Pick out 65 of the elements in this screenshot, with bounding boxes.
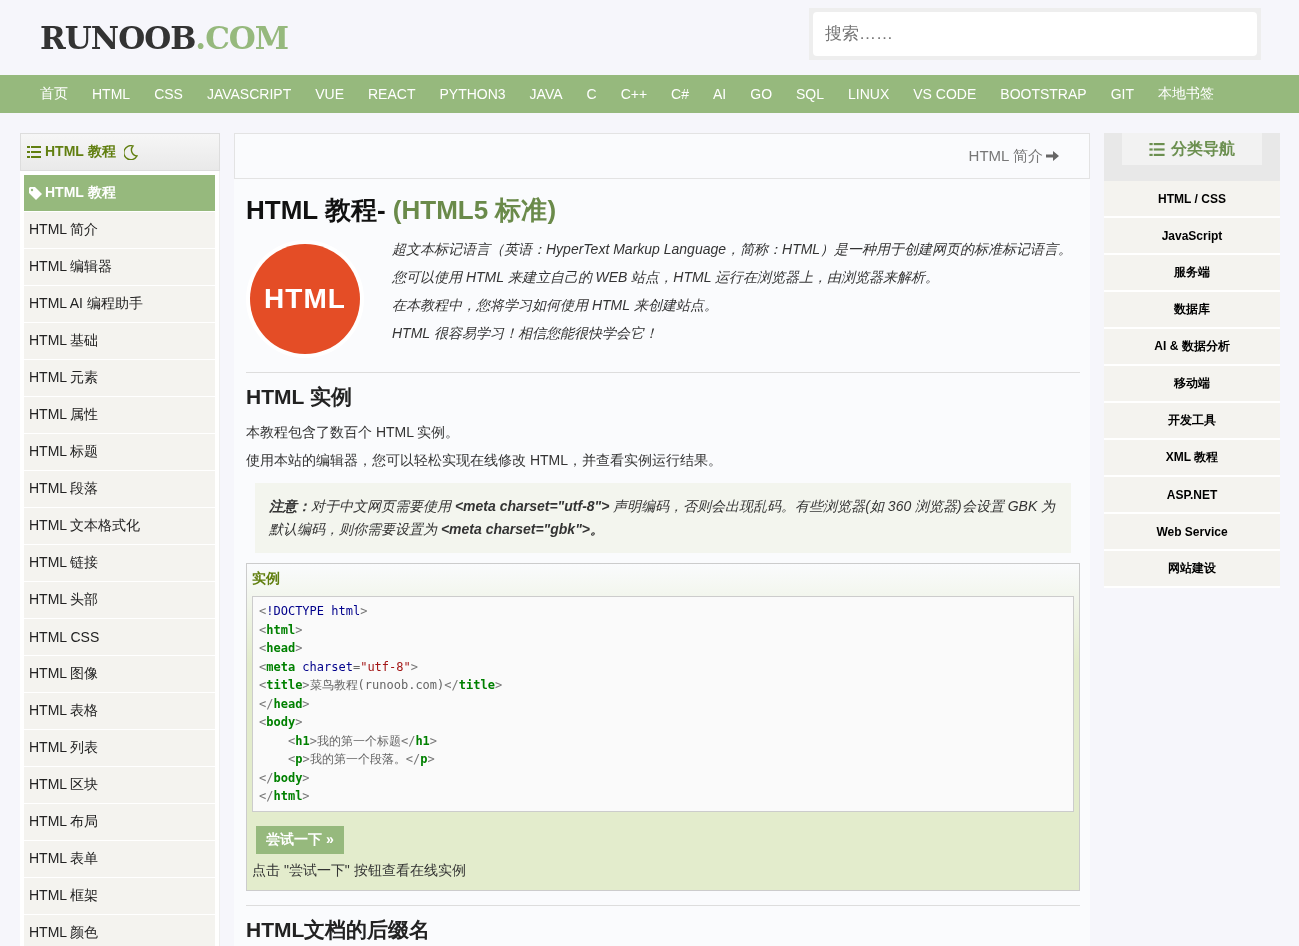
sidebar-item[interactable]: HTML 布局	[24, 804, 215, 841]
search-field[interactable]: 搜索……	[813, 11, 1257, 56]
category-link[interactable]: Web Service	[1104, 514, 1280, 551]
sidebar-item[interactable]: HTML 表单	[24, 841, 215, 878]
code-line: <html>	[259, 621, 304, 639]
sidebar-item[interactable]: HTML 标题	[24, 434, 215, 471]
category-link[interactable]: HTML / CSS	[1104, 181, 1280, 218]
arrow-right-icon	[1046, 150, 1059, 162]
html-logo: HTML	[246, 240, 364, 358]
sidebar-title: HTML 教程	[45, 143, 116, 161]
category-link[interactable]: 服务端	[1104, 255, 1280, 292]
sidebar-item[interactable]: HTML 元素	[24, 360, 215, 397]
site-logo[interactable]: RUNOOB.COM	[40, 19, 289, 56]
list-icon	[27, 146, 41, 158]
category-link[interactable]: AI & 数据分析	[1104, 329, 1280, 366]
category-link[interactable]: 网站建设	[1104, 551, 1280, 588]
code-line: </html>	[259, 788, 311, 805]
sidebar-item[interactable]: HTML AI 编程助手	[24, 286, 215, 323]
code-line: </body>	[259, 769, 311, 787]
sidebar-item[interactable]: HTML 框架	[24, 878, 215, 915]
moon-icon[interactable]	[123, 144, 138, 160]
category-link[interactable]: XML 教程	[1104, 440, 1280, 477]
sidebar-item[interactable]: HTML 区块	[24, 767, 215, 804]
intro-text: 超文本标记语言（英语：HyperText Markup Language，简称：HTML）是一种用于创建网页的标准标记语言。	[392, 240, 1073, 258]
intro-text: 在本教程中，您将学习如何使用 HTML 来创建站点。	[392, 296, 719, 314]
code-line: <title>菜鸟教程(runoob.com)</title>	[259, 677, 504, 694]
category-link[interactable]: 开发工具	[1104, 403, 1280, 440]
code-line: <h1>我的第一个标题</h1>	[287, 732, 439, 750]
code-line: </head>	[259, 695, 311, 713]
sidebar-item[interactable]: HTML 基础	[24, 323, 215, 360]
sidebar-item[interactable]: HTML 简介	[24, 212, 215, 249]
hint-text: 点击 "尝试一下" 按钮查看在线实例	[252, 861, 467, 880]
category-link[interactable]: JavaScript	[1104, 218, 1280, 255]
note-text: 注意：对于中文网页需要使用 <meta charset="utf-8"> 声明编码，否则会出现乱码。有些浏览器(如 360 浏览器)会设置 GBK 为默认编码，则你需要设置为 <meta charset="gbk">。	[269, 497, 1057, 539]
page-title: HTML 教程- (HTML5 标准)	[246, 194, 558, 227]
section-heading: HTML 实例	[246, 384, 353, 410]
sidebar-item[interactable]: HTML 属性	[24, 397, 215, 434]
tag-icon	[29, 186, 42, 200]
category-title: 分类导航	[1171, 138, 1235, 159]
code-line: <!DOCTYPE html>	[259, 603, 369, 620]
intro-text: HTML 很容易学习！相信您能很快学会它！	[392, 324, 659, 342]
category-link[interactable]: 数据库	[1104, 292, 1280, 329]
next-page-link[interactable]: HTML 简介	[968, 146, 1059, 166]
sidebar-item[interactable]: HTML 表格	[24, 693, 215, 730]
code-line: <meta charset="utf-8">	[259, 658, 419, 676]
section-heading: HTML文档的后缀名	[246, 916, 432, 943]
sidebar-item[interactable]: HTML 编辑器	[24, 249, 215, 286]
paragraph: 使用本站的编辑器，您可以轻松实现在线修改 HTML，并查看实例运行结果。	[246, 451, 723, 469]
paragraph: 本教程包含了数百个 HTML 实例。	[246, 423, 461, 441]
sidebar-item[interactable]: HTML 颜色	[24, 915, 215, 946]
sidebar-item[interactable]: HTML 链接	[24, 545, 215, 582]
sidebar-item[interactable]: HTML 段落	[24, 471, 215, 508]
sidebar-item[interactable]: HTML CSS	[24, 619, 215, 656]
category-link[interactable]: ASP.NET	[1104, 477, 1280, 514]
code-line: <body>	[259, 714, 304, 731]
intro-text: 您可以使用 HTML 来建立自己的 WEB 站点，HTML 运行在浏览器上，由浏览器来解析。	[392, 268, 941, 286]
category-link[interactable]: 移动端	[1104, 366, 1280, 403]
code-line: <p>我的第一个段落。</p>	[287, 751, 436, 768]
list-icon	[1149, 142, 1165, 156]
code-line: <head>	[259, 640, 304, 657]
example-title: 实例	[252, 570, 281, 588]
sidebar-item[interactable]: HTML 图像	[24, 656, 215, 693]
sidebar-item[interactable]: HTML 头部	[24, 582, 215, 619]
sidebar-item[interactable]: HTML 文本格式化	[24, 508, 215, 545]
sidebar-item[interactable]: HTML 列表	[24, 730, 215, 767]
